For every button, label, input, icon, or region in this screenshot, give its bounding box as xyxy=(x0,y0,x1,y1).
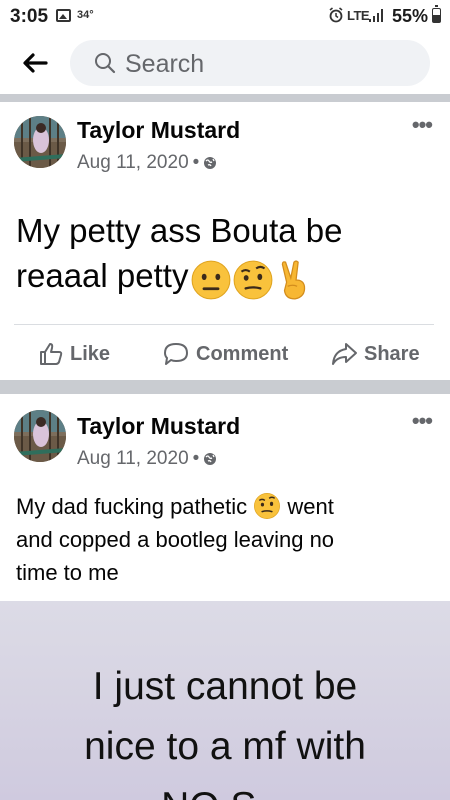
post-card: Taylor Mustard Aug 11, 2020 • ••• My pett… xyxy=(0,102,450,380)
post-card: Taylor Mustard Aug 11, 2020 • ••• My dad … xyxy=(0,394,450,601)
globe-icon xyxy=(204,157,217,169)
share-icon xyxy=(332,343,357,365)
status-bar: 3:05 34° LTE 55% xyxy=(0,0,450,32)
post-text-line: My petty ass Bouta be xyxy=(16,212,343,249)
status-temperature: 34° xyxy=(77,9,94,21)
search-placeholder: Search xyxy=(125,50,205,78)
more-options-button[interactable]: ••• xyxy=(412,112,433,138)
status-battery-percent: 55% xyxy=(392,6,429,26)
like-button[interactable]: Like xyxy=(38,334,110,374)
post-divider xyxy=(14,324,434,325)
post-author[interactable]: Taylor Mustard xyxy=(77,413,240,440)
post-image[interactable]: I just cannot be nice to a mf with NO S.… xyxy=(0,601,450,800)
comment-label: Comment xyxy=(196,342,289,365)
gallery-notification-icon xyxy=(56,9,71,22)
search-icon xyxy=(95,53,116,74)
share-button[interactable]: Share xyxy=(330,334,420,374)
post-text-line: time to me xyxy=(16,560,119,585)
post-text-line: and copped a bootleg leaving no xyxy=(16,527,335,552)
like-label: Like xyxy=(70,342,111,365)
image-text-line: nice to a mf with xyxy=(84,725,366,768)
search-input[interactable]: Search xyxy=(70,40,430,86)
image-text-line: NO S... xyxy=(0,785,450,800)
search-header: Search xyxy=(0,32,450,94)
share-label: Share xyxy=(364,342,420,365)
section-divider xyxy=(0,94,450,102)
alarm-icon xyxy=(329,7,343,23)
thumbs-up-icon xyxy=(40,343,63,365)
post-meta: Aug 11, 2020 • xyxy=(77,448,217,470)
battery-icon xyxy=(432,5,441,23)
post-text: My petty ass Bouta be reaaal petty xyxy=(16,208,436,306)
emoji-sequence xyxy=(190,259,316,306)
post-meta: Aug 11, 2020 • xyxy=(77,152,217,174)
raised-eyebrow-emoji xyxy=(234,260,273,300)
comment-button[interactable]: Comment xyxy=(162,334,288,374)
back-arrow-icon[interactable] xyxy=(18,46,52,80)
signal-icon xyxy=(369,9,385,22)
post-author[interactable]: Taylor Mustard xyxy=(77,117,240,144)
avatar[interactable] xyxy=(14,116,66,168)
avatar[interactable] xyxy=(14,410,66,462)
status-network: LTE xyxy=(347,8,370,23)
post-text-line: reaaal petty xyxy=(16,253,436,306)
globe-icon xyxy=(204,453,217,465)
image-text-line: I just cannot be xyxy=(92,665,358,708)
post-text-line: My dad fucking pathetic went xyxy=(16,493,334,519)
victory-hand-emoji xyxy=(282,260,306,300)
comment-icon xyxy=(164,343,188,365)
raised-eyebrow-emoji xyxy=(254,493,281,519)
post-date[interactable]: Aug 11, 2020 xyxy=(77,448,189,469)
post-text: My dad fucking pathetic went and copped … xyxy=(16,490,436,589)
neutral-face-emoji xyxy=(192,260,231,300)
more-options-button[interactable]: ••• xyxy=(412,408,433,434)
section-divider xyxy=(0,380,450,394)
status-time: 3:05 xyxy=(10,6,49,27)
post-date[interactable]: Aug 11, 2020 xyxy=(77,152,189,173)
